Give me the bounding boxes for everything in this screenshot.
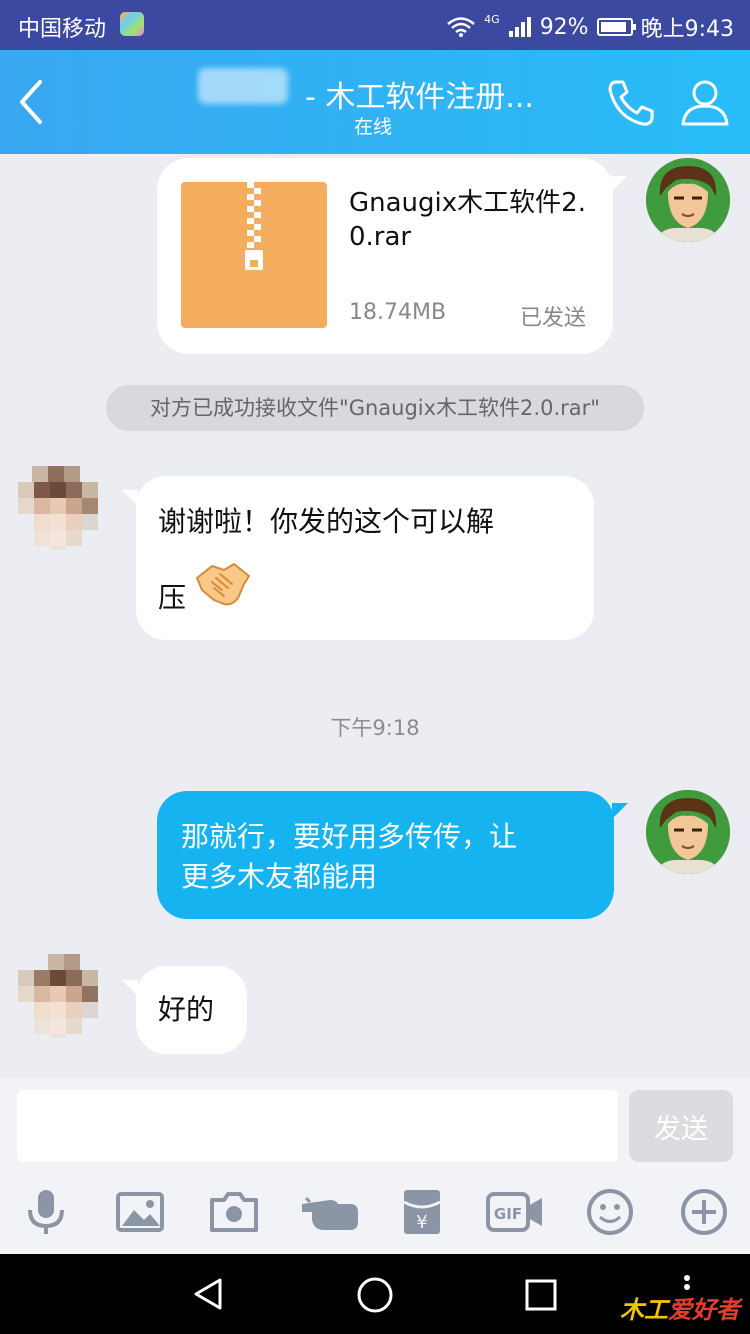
chat-header: - 木工软件注册... 在线 (0, 50, 750, 154)
file-status: 已发送 (520, 306, 587, 331)
message-text-cont: 压 (158, 581, 187, 614)
file-received-notice: 对方已成功接收文件"Gnaugix木工软件2.0.rar" (106, 385, 644, 431)
recents-square-icon[interactable] (524, 1278, 558, 1312)
file-name: Gnaugix木工软件2.0.rar (349, 188, 586, 252)
watermark-part2: 爱好者 (668, 1296, 740, 1324)
microphone-icon[interactable] (20, 1186, 72, 1238)
online-status: 在线 (354, 116, 393, 138)
red-packet-icon[interactable]: ¥ (396, 1186, 448, 1238)
message-text: 那就行，要好用多传传，让 (181, 820, 518, 853)
handshake-emoji-icon (196, 563, 250, 606)
camera-icon[interactable] (208, 1186, 260, 1238)
emoji-icon[interactable] (584, 1186, 636, 1238)
send-button[interactable]: 发送 (629, 1090, 733, 1162)
profile-icon[interactable] (679, 76, 731, 128)
chat-title[interactable]: - 木工软件注册... (305, 72, 534, 116)
carrier-name: 中国移动 (18, 17, 107, 42)
watermark-part1: 木工 (620, 1296, 668, 1324)
input-area: 发送 ¥ GIF (0, 1078, 750, 1254)
file-message-card[interactable]: Gnaugix木工软件2.0.rar 18.74MB 已发送 (157, 158, 627, 354)
zip-file-icon (181, 182, 327, 328)
message-input[interactable] (17, 1090, 618, 1162)
poke-hand-icon[interactable] (300, 1186, 360, 1238)
message-text: 好的 (158, 993, 215, 1026)
back-triangle-icon[interactable] (190, 1276, 226, 1312)
image-icon[interactable] (114, 1186, 166, 1238)
incoming-message-bubble[interactable]: 好的 (122, 966, 247, 1054)
file-size: 18.74MB (349, 300, 447, 325)
message-text: 谢谢啦！你发的这个可以解 (158, 505, 495, 538)
svg-text:¥: ¥ (416, 1212, 427, 1233)
clock: 晚上9:43 (640, 17, 734, 42)
status-bar: 中国移动 4G 92% 晚上9:43 (0, 0, 750, 50)
bubble-tail (122, 980, 138, 996)
bubble-tail (612, 803, 628, 819)
back-arrow-icon[interactable] (14, 78, 54, 126)
svg-text:GIF: GIF (494, 1205, 522, 1223)
app-icon (120, 12, 144, 36)
android-nav-bar: 木工爱好者 (0, 1254, 750, 1334)
network-type: 4G (484, 12, 500, 26)
bubble-tail (611, 176, 627, 192)
gif-icon[interactable]: GIF (486, 1186, 544, 1238)
signal-icon (508, 17, 531, 37)
avatar-contact[interactable] (18, 954, 102, 1038)
avatar-me[interactable] (646, 790, 730, 874)
watermark-logo: 木工爱好者 (620, 1290, 740, 1325)
wifi-icon (447, 17, 475, 37)
status-right: 4G 92% 晚上9:43 (446, 11, 734, 43)
outgoing-message-bubble[interactable]: 那就行，要好用多传传，让 更多木友都能用 (157, 791, 628, 919)
battery-percent: 92% (539, 14, 589, 40)
home-circle-icon[interactable] (356, 1276, 394, 1314)
message-text-cont: 更多木友都能用 (181, 860, 378, 893)
contact-name-blurred (198, 68, 288, 104)
phone-icon[interactable] (603, 76, 659, 130)
bubble-tail (122, 490, 138, 506)
avatar-contact[interactable] (18, 466, 102, 550)
incoming-message-bubble[interactable]: 谢谢啦！你发的这个可以解 压 (122, 476, 594, 640)
battery-icon (596, 18, 636, 36)
message-timestamp: 下午9:18 (330, 716, 420, 740)
add-icon[interactable] (678, 1186, 730, 1238)
avatar-me[interactable] (646, 158, 730, 242)
